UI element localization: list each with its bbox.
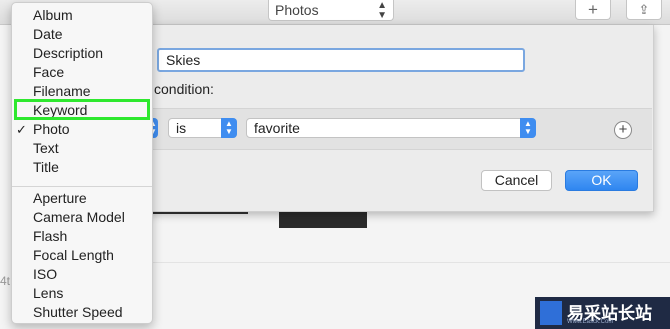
add-button[interactable]: + xyxy=(575,0,611,20)
popup-arrows-icon: ▲▼ xyxy=(520,118,536,138)
menu-separator xyxy=(12,186,152,187)
menu-item-label: Album xyxy=(33,7,73,23)
menu-item-label: Lens xyxy=(33,285,64,301)
menu-item-label: Date xyxy=(33,26,63,42)
menu-item-iso[interactable]: ISO xyxy=(12,265,152,284)
menu-item-label: Photo xyxy=(33,121,70,137)
keyword-highlight-box xyxy=(14,99,150,120)
menu-item-title[interactable]: Title xyxy=(12,158,152,177)
watermark-subtext: Www.Easck.Com xyxy=(567,319,614,325)
menu-item-text[interactable]: Text xyxy=(12,139,152,158)
menu-item-description[interactable]: Description xyxy=(12,44,152,63)
menu-item-photo[interactable]: ✓ Photo xyxy=(12,120,152,139)
menu-item-aperture[interactable]: Aperture xyxy=(12,189,152,208)
menu-item-label: Camera Model xyxy=(33,209,125,225)
menu-item-focal-length[interactable]: Focal Length xyxy=(12,246,152,265)
menu-item-label: Filename xyxy=(33,83,91,99)
divider xyxy=(150,262,670,263)
menu-item-face[interactable]: Face xyxy=(12,63,152,82)
menu-item-label: Flash xyxy=(33,228,68,244)
menu-item-lens[interactable]: Lens xyxy=(12,284,152,303)
menu-item-shutter-speed[interactable]: Shutter Speed xyxy=(12,303,152,322)
source-popup[interactable]: Photos ▲ ▼ xyxy=(268,0,394,21)
cancel-button[interactable]: Cancel xyxy=(481,170,552,191)
operator-popup[interactable]: is ▲ ▼ xyxy=(168,118,237,138)
menu-item-flash[interactable]: Flash xyxy=(12,227,152,246)
value-popup[interactable]: favorite ▲ ▼ xyxy=(246,118,536,138)
menu-item-label: Face xyxy=(33,64,65,80)
operator-label: is xyxy=(176,120,187,136)
menu-item-label: Focal Length xyxy=(33,247,114,263)
watermark: 易采站长站 Www.Easck.Com xyxy=(535,297,670,329)
menu-item-camera-model[interactable]: Camera Model xyxy=(12,208,152,227)
menu-item-label: Title xyxy=(33,159,59,175)
menu-item-label: Text xyxy=(33,140,59,156)
album-name-field[interactable]: Skies xyxy=(157,48,525,72)
updown-arrows-icon: ▲ ▼ xyxy=(377,0,387,21)
checkmark-icon: ✓ xyxy=(16,122,27,137)
value-label: favorite xyxy=(254,120,300,136)
menu-item-label: Shutter Speed xyxy=(33,304,123,320)
menu-item-label: Aperture xyxy=(33,190,87,206)
photo-thumbnail-edge xyxy=(150,212,248,214)
popup-arrows-icon: ▲▼ xyxy=(221,118,237,138)
menu-item-album[interactable]: Album xyxy=(12,6,152,25)
share-icon[interactable]: ⇪ xyxy=(626,0,662,20)
source-popup-label: Photos xyxy=(275,2,319,18)
menu-item-date[interactable]: Date xyxy=(12,25,152,44)
background-text: 4t xyxy=(0,274,11,288)
watermark-logo-icon xyxy=(540,301,562,325)
ok-button[interactable]: OK xyxy=(565,170,638,191)
field-dropdown-menu: Album Date Description Face Filename Key… xyxy=(11,2,153,324)
menu-item-label: Description xyxy=(33,45,104,61)
photo-thumbnail[interactable] xyxy=(279,212,367,228)
condition-label: condition: xyxy=(154,81,214,97)
add-rule-button[interactable]: + xyxy=(614,121,632,139)
menu-item-label: ISO xyxy=(33,266,58,282)
